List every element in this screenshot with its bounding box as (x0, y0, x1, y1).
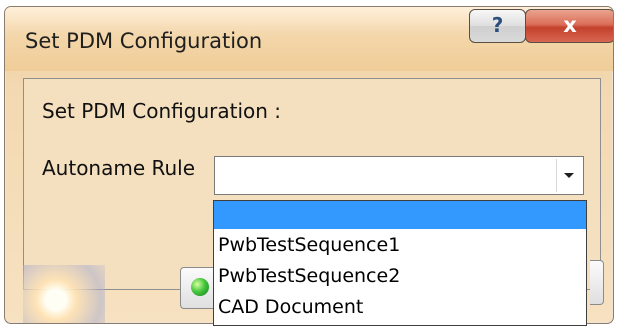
help-icon: ? (491, 13, 504, 37)
dropdown-option-cad-document[interactable]: CAD Document (214, 293, 586, 321)
green-ok-icon (191, 278, 209, 296)
autoname-rule-label: Autoname Rule (42, 156, 196, 180)
dropdown-option-empty[interactable] (214, 201, 586, 229)
close-button[interactable]: x (525, 9, 613, 43)
decorative-glow (23, 265, 105, 323)
dropdown-toggle[interactable] (556, 159, 581, 192)
section-title: Set PDM Configuration : (42, 99, 282, 123)
close-icon: x (563, 13, 577, 37)
autoname-rule-dropdown: PwbTestSequence1 PwbTestSequence2 CAD Do… (213, 200, 587, 326)
dropdown-option-pwbtestsequence2[interactable]: PwbTestSequence2 (214, 262, 586, 290)
dropdown-option-pwbtestsequence1[interactable]: PwbTestSequence1 (214, 231, 586, 259)
cancel-button[interactable] (590, 260, 604, 305)
autoname-rule-combobox[interactable] (214, 156, 584, 195)
title-bar: Set PDM Configuration ? x (5, 7, 613, 71)
window-title: Set PDM Configuration (25, 29, 263, 53)
chevron-down-icon (564, 172, 574, 178)
help-button[interactable]: ? (469, 9, 526, 43)
